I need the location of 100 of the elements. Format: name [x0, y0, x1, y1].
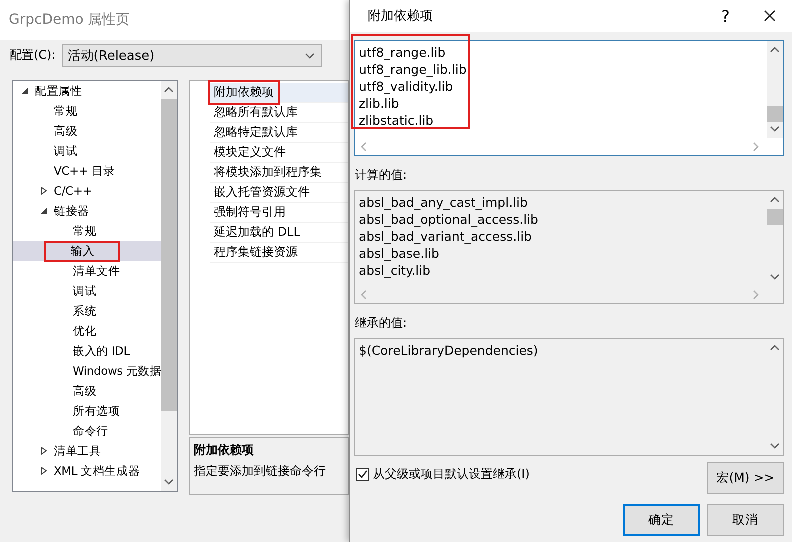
close-icon[interactable]: [764, 10, 776, 22]
window-title: GrpcDemo 属性页: [9, 11, 130, 29]
tree-label: VC++ 目录: [53, 164, 116, 178]
ok-button[interactable]: 确定: [623, 504, 700, 536]
tree-label: 调试: [72, 284, 98, 298]
vertical-scrollbar[interactable]: [161, 81, 177, 491]
tree-label: XML 文档生成器: [53, 464, 142, 478]
tree-item[interactable]: 所有选项: [13, 401, 161, 421]
tree-label: 输入: [44, 240, 120, 262]
scroll-up-icon[interactable]: [770, 197, 780, 203]
property-name: 忽略所有默认库: [213, 104, 299, 121]
property-name: 强制符号引用: [213, 204, 287, 221]
property-row[interactable]: 延迟加载的 DLL: [210, 223, 348, 243]
help-button[interactable]: ?: [722, 6, 730, 26]
property-row[interactable]: 程序集链接资源: [210, 243, 348, 263]
tree-label: C/C++: [53, 184, 94, 198]
library-line: absl_bad_any_cast_impl.lib: [359, 194, 529, 211]
tree-label: 清单文件: [72, 264, 122, 278]
library-line: utf8_validity.lib: [359, 78, 454, 95]
tree-label: Windows 元数据: [72, 364, 161, 378]
library-line: absl_base.lib: [359, 245, 440, 262]
property-name: 模块定义文件: [213, 144, 287, 161]
tree-label: 高级: [72, 384, 98, 398]
tree-label: 命令行: [72, 424, 110, 438]
library-line: absl_city.lib: [359, 262, 432, 279]
config-label: 配置(C):: [10, 47, 56, 64]
config-dropdown[interactable]: 活动(Release): [62, 44, 322, 67]
checkmark-icon: [358, 470, 368, 479]
scroll-thumb[interactable]: [767, 209, 783, 225]
cancel-button[interactable]: 取消: [707, 504, 784, 536]
tree-label: 系统: [72, 304, 98, 318]
property-row[interactable]: 模块定义文件: [210, 143, 348, 163]
tree-item[interactable]: 调试: [13, 141, 161, 161]
chevron-down-icon: [304, 52, 315, 58]
tree-item[interactable]: C/C++: [13, 181, 161, 201]
dialog-title: 附加依赖项: [368, 8, 434, 25]
library-line: zlibstatic.lib: [359, 112, 435, 129]
tree-item[interactable]: 调试: [13, 281, 161, 301]
tree-label: 高级: [53, 124, 79, 138]
property-name: 忽略特定默认库: [213, 124, 299, 141]
scroll-down-icon[interactable]: [770, 443, 780, 449]
macro-button[interactable]: 宏(M) >>: [707, 462, 784, 494]
inherited-label: 继承的值:: [355, 315, 408, 332]
expanded-triangle-icon[interactable]: [40, 207, 48, 215]
tree-item[interactable]: XML 文档生成器: [13, 461, 161, 481]
checkbox-label: 从父级或项目默认设置继承(I): [373, 466, 530, 483]
library-line: utf8_range_lib.lib: [359, 61, 468, 78]
tree-item[interactable]: 输入: [13, 241, 161, 261]
tree-item[interactable]: 常规: [13, 101, 161, 121]
collapsed-triangle-icon[interactable]: [40, 187, 48, 195]
tree-label: 清单工具: [53, 444, 102, 458]
tree-item[interactable]: VC++ 目录: [13, 161, 161, 181]
library-line: absl_bad_optional_access.lib: [359, 211, 540, 228]
property-name: 将模块添加到程序集: [213, 164, 323, 181]
tree-label: 调试: [53, 144, 79, 158]
tree-label: 常规: [53, 104, 79, 118]
property-row[interactable]: 忽略所有默认库: [210, 103, 348, 123]
tree-item[interactable]: 优化: [13, 321, 161, 341]
scroll-up-icon[interactable]: [164, 87, 174, 93]
tree-item[interactable]: 链接器: [13, 201, 161, 221]
tree-item[interactable]: 系统: [13, 301, 161, 321]
library-line: utf8_range.lib: [359, 44, 447, 61]
tree-item[interactable]: 常规: [13, 221, 161, 241]
inherit-checkbox[interactable]: [356, 468, 369, 481]
tree-label: 所有选项: [72, 404, 122, 418]
tree-label: 链接器: [53, 204, 90, 218]
scroll-thumb[interactable]: [161, 99, 177, 411]
scroll-up-icon[interactable]: [770, 47, 780, 53]
scroll-down-icon[interactable]: [770, 274, 780, 280]
tree-item[interactable]: 高级: [13, 381, 161, 401]
property-row[interactable]: 强制符号引用: [210, 203, 348, 223]
tree-item[interactable]: 清单工具: [13, 441, 161, 461]
property-name: 附加依赖项: [208, 80, 280, 105]
property-row[interactable]: 附加依赖项: [210, 83, 348, 103]
tree-item[interactable]: 配置属性: [13, 81, 161, 101]
library-line: zlib.lib: [359, 95, 400, 112]
tree-label: 常规: [72, 224, 98, 238]
tree-item[interactable]: 嵌入的 IDL: [13, 341, 161, 361]
scroll-down-icon[interactable]: [164, 479, 174, 485]
expanded-triangle-icon[interactable]: [21, 87, 29, 95]
property-row[interactable]: 嵌入托管资源文件: [210, 183, 348, 203]
scroll-down-icon[interactable]: [770, 126, 780, 132]
library-line: absl_bad_variant_access.lib: [359, 228, 533, 245]
vertical-scrollbar[interactable]: [767, 41, 783, 138]
collapsed-triangle-icon[interactable]: [40, 467, 48, 475]
description-title: 附加依赖项: [194, 442, 255, 459]
scroll-thumb[interactable]: [767, 106, 783, 122]
tree-item[interactable]: Windows 元数据: [13, 361, 161, 381]
property-name: 程序集链接资源: [213, 244, 299, 261]
tree-label: 配置属性: [34, 84, 84, 98]
scroll-up-icon[interactable]: [770, 345, 780, 351]
property-name: 延迟加载的 DLL: [213, 224, 302, 241]
tree-label: 嵌入的 IDL: [72, 344, 132, 358]
property-row[interactable]: 将模块添加到程序集: [210, 163, 348, 183]
tree-item[interactable]: 命令行: [13, 421, 161, 441]
tree-item[interactable]: 清单文件: [13, 261, 161, 281]
tree-item[interactable]: 高级: [13, 121, 161, 141]
inherited-line: $(CoreLibraryDependencies): [359, 342, 540, 359]
property-row[interactable]: 忽略特定默认库: [210, 123, 348, 143]
collapsed-triangle-icon[interactable]: [40, 447, 48, 455]
